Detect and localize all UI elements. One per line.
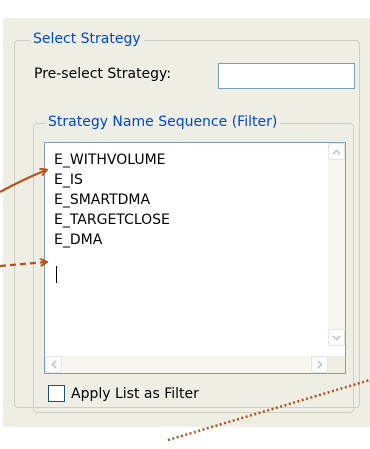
preselect-strategy-label: Pre-select Strategy: [34,66,172,82]
scroll-left-button[interactable] [45,356,62,373]
chevron-right-icon [316,360,323,369]
chevron-left-icon [50,360,57,369]
strategy-sequence-title: Strategy Name Sequence (Filter) [45,113,281,131]
vertical-scrollbar[interactable] [328,143,345,346]
list-item[interactable]: E_WITHVOLUME [54,150,170,170]
strategy-sequence-list[interactable]: E_WITHVOLUME E_IS E_SMARTDMA E_TARGETCLO… [44,142,346,374]
panel-bottom-edge [0,427,370,449]
chevron-up-icon [332,148,341,155]
panel-top-edge [0,0,370,18]
preselect-strategy-input[interactable] [218,63,355,89]
scroll-up-button[interactable] [328,143,345,160]
scroll-down-button[interactable] [328,329,345,346]
select-strategy-title: Select Strategy [30,30,144,48]
list-item[interactable]: E_IS [54,170,170,190]
panel-left-edge [0,0,3,449]
list-item[interactable]: E_TARGETCLOSE [54,210,170,230]
list-item[interactable]: E_SMARTDMA [54,190,170,210]
scrollbar-corner [328,356,345,373]
apply-filter-label[interactable]: Apply List as Filter [71,385,199,403]
strategy-list-items: E_WITHVOLUME E_IS E_SMARTDMA E_TARGETCLO… [54,150,170,250]
horizontal-scrollbar[interactable] [45,356,328,373]
chevron-down-icon [332,334,341,341]
scroll-right-button[interactable] [311,356,328,373]
text-caret [56,266,57,283]
list-item[interactable]: E_DMA [54,230,170,250]
apply-filter-checkbox[interactable] [48,385,65,402]
